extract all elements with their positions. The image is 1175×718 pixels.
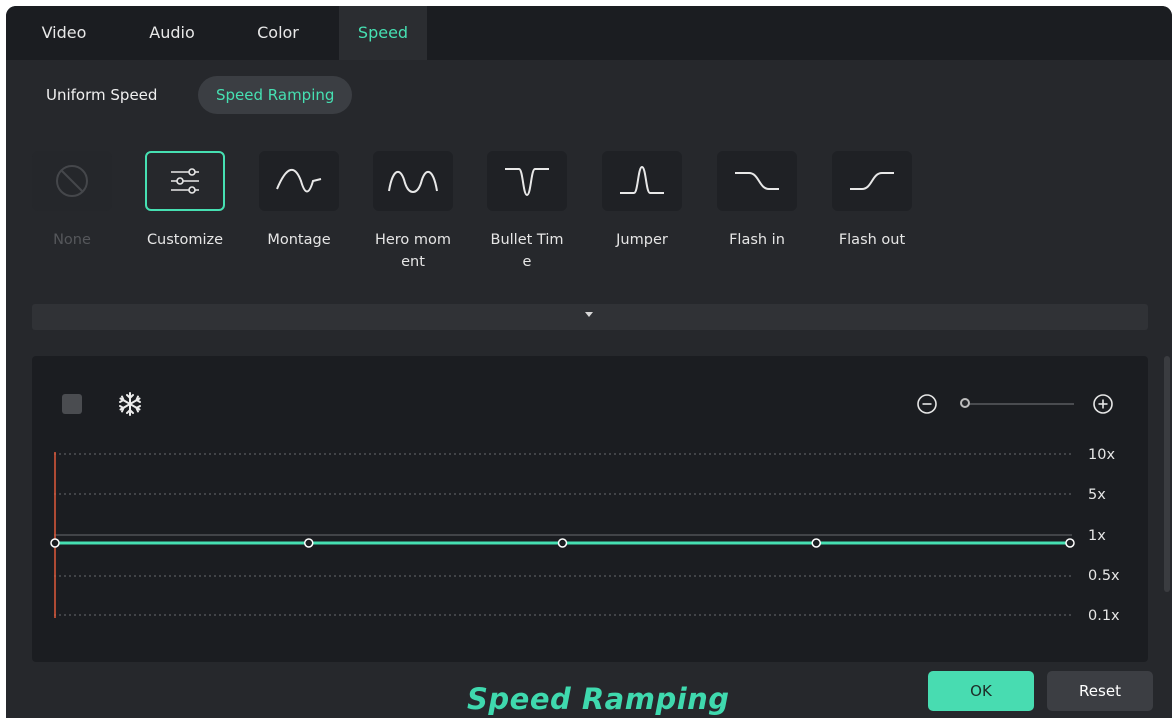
ok-button[interactable]: OK: [928, 671, 1034, 711]
montage-curve-icon: [259, 151, 339, 211]
preset-label: Flash out: [838, 232, 906, 248]
speed-curve-editor: 10x 5x 1x 0.5x 0.1x: [32, 356, 1148, 662]
preset-customize[interactable]: Customize: [145, 151, 225, 251]
preset-none: None: [32, 151, 112, 251]
scrollbar[interactable]: [1164, 356, 1170, 592]
speed-panel-window: Video Audio Color Speed Uniform Speed Sp…: [6, 6, 1172, 718]
preset-label: Jumper: [616, 232, 668, 248]
speed-keyframe-point[interactable]: [50, 538, 60, 548]
preset-flash-out[interactable]: Flash out: [832, 151, 912, 251]
speed-keyframe-point[interactable]: [304, 538, 314, 548]
tab-speed[interactable]: Speed: [339, 6, 427, 60]
chevron-down-icon: [585, 312, 593, 317]
preset-bullet-time[interactable]: Bullet Time: [487, 151, 567, 273]
none-icon: [32, 151, 112, 211]
preset-label: None: [53, 232, 91, 248]
speed-keyframe-point[interactable]: [557, 538, 568, 548]
customize-sliders-icon: [145, 151, 225, 211]
expand-presets-bar[interactable]: [32, 304, 1148, 330]
subtab-uniform-speed[interactable]: Uniform Speed: [28, 76, 175, 114]
preset-flash-in[interactable]: Flash in: [717, 151, 797, 251]
bullet-time-curve-icon: [487, 151, 567, 211]
subtab-speed-ramping[interactable]: Speed Ramping: [198, 76, 353, 114]
jumper-curve-icon: [602, 151, 682, 211]
caption-title: Speed Ramping: [467, 682, 730, 716]
preset-jumper[interactable]: Jumper: [602, 151, 682, 251]
preset-label: Bullet Time: [490, 232, 564, 270]
tab-video[interactable]: Video: [26, 6, 102, 60]
preset-montage[interactable]: Montage: [259, 151, 339, 251]
property-tab-bar: Video Audio Color Speed: [6, 6, 1172, 60]
speed-label-0-1x: 0.1x: [1088, 608, 1120, 624]
preset-label: Montage: [267, 232, 331, 248]
flash-out-curve-icon: [832, 151, 912, 211]
speed-graph[interactable]: [32, 356, 1148, 662]
flash-in-curve-icon: [717, 151, 797, 211]
speed-label-0-5x: 0.5x: [1088, 568, 1120, 584]
speed-label-1x: 1x: [1088, 528, 1106, 544]
speed-label-10x: 10x: [1088, 447, 1116, 463]
hero-moment-curve-icon: [373, 151, 453, 211]
preset-hero-moment[interactable]: Hero moment: [373, 151, 453, 273]
preset-label: Flash in: [729, 232, 785, 248]
tab-color[interactable]: Color: [240, 6, 316, 60]
speed-keyframe-point[interactable]: [1065, 538, 1075, 548]
preset-label: Hero moment: [374, 232, 452, 270]
reset-button[interactable]: Reset: [1047, 671, 1153, 711]
tab-audio[interactable]: Audio: [134, 6, 210, 60]
preset-label: Customize: [146, 232, 224, 248]
speed-label-5x: 5x: [1088, 487, 1106, 503]
speed-keyframe-point[interactable]: [811, 538, 821, 548]
